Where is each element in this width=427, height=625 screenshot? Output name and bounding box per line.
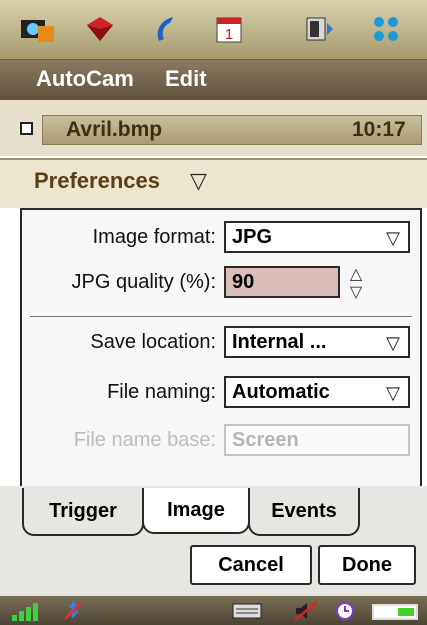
- jpg-quality-label: JPG quality (%):: [71, 271, 216, 293]
- save-location-value: Internal ...: [232, 331, 327, 353]
- file-name-base-value: Screen: [232, 429, 299, 451]
- bluetooth-off-icon: [58, 596, 88, 625]
- tab-image[interactable]: Image: [142, 488, 250, 534]
- apps-grid-icon[interactable]: [368, 12, 404, 46]
- save-location-label: Save location:: [90, 331, 216, 353]
- muted-icon: [290, 596, 324, 625]
- menu-autocam[interactable]: AutoCam: [36, 66, 134, 92]
- tab-events[interactable]: Events: [248, 488, 360, 536]
- svg-text:1: 1: [225, 26, 233, 43]
- battery-icon: [372, 604, 418, 620]
- menu-bar: AutoCam Edit: [0, 60, 427, 100]
- done-button[interactable]: Done: [318, 545, 416, 585]
- file-naming-label: File naming:: [107, 381, 216, 403]
- status-bar: [0, 596, 427, 625]
- media-icon[interactable]: [302, 12, 338, 46]
- stepper-down-icon[interactable]: ▽: [344, 282, 368, 302]
- image-format-select[interactable]: JPG ▽: [224, 221, 410, 253]
- divider: [30, 316, 412, 317]
- camera-app-icon[interactable]: [20, 12, 56, 46]
- phone-icon[interactable]: [148, 12, 184, 46]
- menu-edit[interactable]: Edit: [165, 66, 207, 92]
- save-location-select[interactable]: Internal ... ▽: [224, 326, 410, 358]
- jpg-quality-stepper[interactable]: △ ▽: [344, 264, 368, 304]
- calendar-icon[interactable]: 1: [211, 12, 247, 46]
- gem-icon[interactable]: [82, 12, 118, 46]
- image-format-value: JPG: [232, 226, 273, 248]
- file-naming-select[interactable]: Automatic ▽: [224, 376, 410, 408]
- clock-icon: [332, 596, 358, 625]
- dropdown-arrow-icon: ▽: [386, 383, 400, 403]
- file-name: Avril.bmp: [66, 118, 163, 141]
- dropdown-arrow-icon: ▽: [386, 228, 400, 248]
- file-name-base-input: Screen: [224, 424, 410, 456]
- app-toolbar: 1: [0, 0, 427, 60]
- keyboard-icon: [230, 596, 264, 625]
- stepper-up-icon[interactable]: △: [344, 264, 368, 284]
- file-name-base-label: File name base:: [73, 429, 216, 451]
- jpg-quality-field[interactable]: 90: [224, 266, 340, 298]
- signal-icon: [10, 596, 44, 625]
- file-time: 10:17: [352, 118, 406, 141]
- image-format-label: Image format:: [92, 226, 216, 248]
- dropdown-arrow-icon: ▽: [386, 333, 400, 353]
- jpg-quality-value: 90: [232, 271, 255, 293]
- preferences-title[interactable]: Preferences: [34, 168, 160, 194]
- tab-trigger[interactable]: Trigger: [22, 488, 144, 536]
- file-checkbox[interactable]: [20, 122, 33, 135]
- chevron-down-icon[interactable]: ▽: [190, 168, 207, 194]
- cancel-button[interactable]: Cancel: [190, 545, 312, 585]
- file-naming-value: Automatic: [232, 381, 330, 403]
